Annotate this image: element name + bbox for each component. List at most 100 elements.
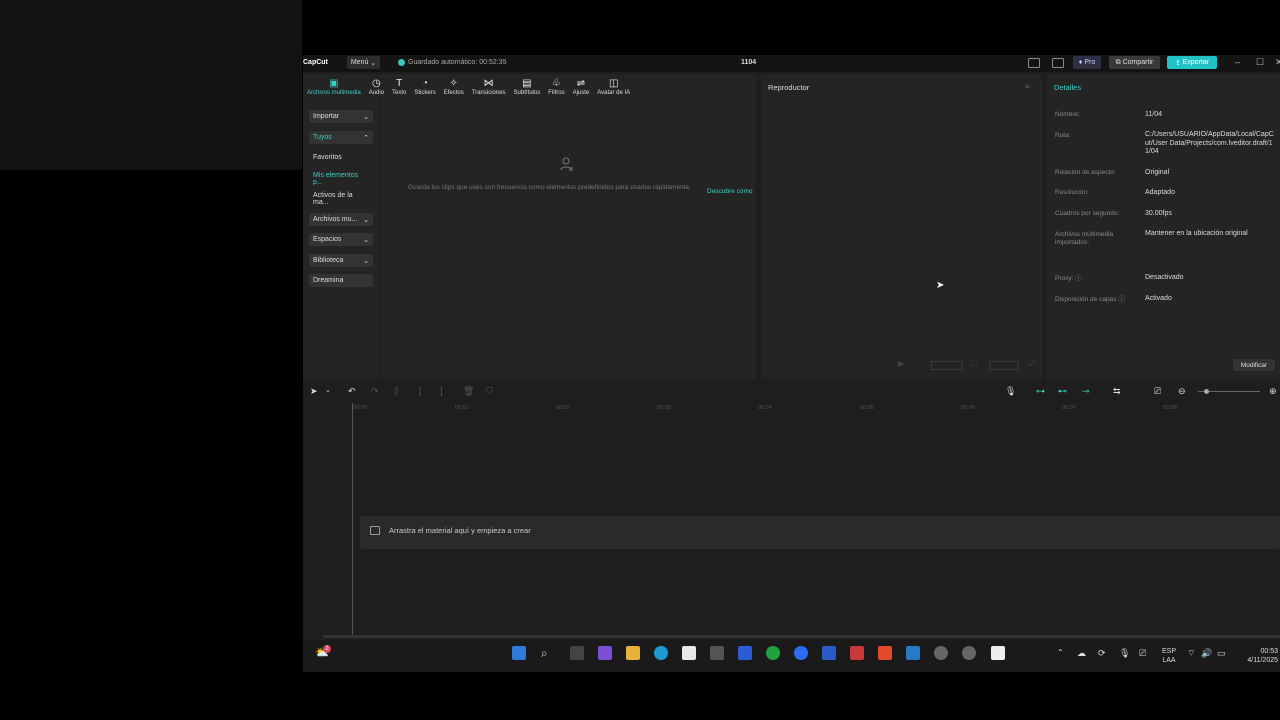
cloud-icon bbox=[398, 59, 405, 66]
clock[interactable]: 00:53 4/11/2025 bbox=[1234, 647, 1278, 665]
tool-media[interactable]: ▣ Archivos multimedia bbox=[303, 74, 365, 97]
trim-left-icon[interactable]: [ bbox=[419, 386, 422, 396]
quality-button[interactable] bbox=[989, 361, 1019, 370]
sidebar-label: Tuyos bbox=[313, 134, 332, 141]
brave-icon[interactable] bbox=[878, 646, 892, 660]
copilot-icon[interactable] bbox=[598, 646, 612, 660]
microphone-icon[interactable]: 🎙 bbox=[1005, 386, 1016, 397]
ruler-tick: 00:05 bbox=[860, 405, 874, 411]
sidebar-item-dreamina[interactable]: Dreamina bbox=[309, 274, 373, 287]
obs-icon[interactable] bbox=[934, 646, 948, 660]
ruler-tick: 00:00 bbox=[353, 405, 367, 411]
share-button[interactable]: ⧉ Compartir bbox=[1109, 56, 1160, 69]
zoom-in-icon[interactable]: ⊕ bbox=[1269, 386, 1277, 397]
chevron-up-icon[interactable]: ⌃ bbox=[1057, 648, 1064, 657]
app-icon[interactable] bbox=[738, 646, 752, 660]
pro-button[interactable]: ♦ Pro bbox=[1073, 56, 1101, 69]
caption-icon[interactable]: ⎚ bbox=[1154, 386, 1161, 397]
layout-icon[interactable] bbox=[1028, 58, 1040, 68]
sidebar-item-yours[interactable]: Tuyos ⌃ bbox=[309, 131, 373, 144]
preview-axis-icon[interactable]: ⊸ bbox=[1082, 386, 1090, 397]
task-view-icon[interactable] bbox=[570, 646, 584, 660]
tool-stickers[interactable]: ◔ Stickers bbox=[410, 74, 439, 97]
ratio-button[interactable] bbox=[931, 361, 963, 370]
search-icon[interactable]: ⌕ bbox=[541, 646, 548, 661]
menu-button[interactable]: Menú ⌄ bbox=[347, 56, 380, 69]
windows-start-icon[interactable] bbox=[512, 646, 526, 660]
battery-icon[interactable]: ▭ bbox=[1217, 648, 1226, 659]
minimize-icon[interactable]: – bbox=[1235, 57, 1240, 67]
sidebar-item-import[interactable]: Importar ⌄ bbox=[309, 110, 373, 123]
tool-ai-avatar[interactable]: ◫ Avatar de IA bbox=[593, 74, 634, 97]
play-icon[interactable]: ▶ bbox=[898, 359, 904, 368]
sidebar-item-favorites[interactable]: Favoritos bbox=[309, 151, 373, 164]
chevron-down-icon: ⌄ bbox=[363, 216, 369, 224]
select-cursor-icon[interactable]: ➤ bbox=[310, 386, 318, 397]
file-explorer-icon[interactable] bbox=[626, 646, 640, 660]
ruler-tick: 00:01 bbox=[455, 405, 469, 411]
timeline-drop-zone[interactable]: Arrastra el material aquí y empieza a cr… bbox=[360, 516, 1280, 549]
subtitles-icon: ▤ bbox=[522, 78, 532, 89]
sidebar-item-library[interactable]: Biblioteca ⌄ bbox=[309, 254, 373, 267]
timeline-scrollbar[interactable] bbox=[323, 635, 1280, 638]
language-indicator[interactable]: ESP LAA bbox=[1158, 647, 1180, 665]
tool-adjust[interactable]: ⇌ Ajuste bbox=[569, 74, 594, 97]
app-icon[interactable] bbox=[710, 646, 724, 660]
align-icon[interactable]: ⇆ bbox=[1113, 386, 1121, 397]
clock-time: 00:53 bbox=[1260, 648, 1278, 655]
app-icon[interactable] bbox=[850, 646, 864, 660]
modify-button[interactable]: Modificar bbox=[1233, 359, 1275, 371]
wifi-icon[interactable]: ⌔ bbox=[1187, 648, 1195, 659]
undo-icon[interactable]: ↶ bbox=[348, 386, 356, 397]
timeline-ruler[interactable]: 00:00 00:01 00:02 00:03 00:04 00:05 00:0… bbox=[303, 403, 1280, 415]
playhead[interactable] bbox=[352, 403, 353, 638]
sidebar-item-my-presets[interactable]: Mis elementos p... bbox=[309, 172, 373, 186]
tool-label: Texto bbox=[392, 90, 407, 96]
tool-audio[interactable]: ◷ Audio bbox=[365, 74, 388, 97]
word-icon[interactable] bbox=[822, 646, 836, 660]
redo-icon[interactable]: ↷ bbox=[371, 386, 379, 397]
discover-link[interactable]: Descubre cómo bbox=[707, 188, 753, 195]
chevron-down-icon: ⌄ bbox=[363, 257, 369, 265]
detail-value: C:/Users/USUARIO/AppData/Local/CapCut/Us… bbox=[1145, 131, 1274, 155]
microphone-icon[interactable]: 🎙 bbox=[1119, 648, 1130, 659]
ruler-tick: 00:04 bbox=[758, 405, 772, 411]
sidebar-item-media-files[interactable]: Archivos mu... ⌄ bbox=[309, 213, 373, 226]
chevron-down-icon[interactable]: ⌄ bbox=[325, 386, 331, 394]
store-icon[interactable] bbox=[682, 646, 696, 660]
zoom-icon[interactable] bbox=[794, 646, 808, 660]
trim-right-icon[interactable]: ] bbox=[440, 386, 443, 396]
link-icon[interactable]: ⊷ bbox=[1058, 386, 1067, 397]
sidebar-item-spaces[interactable]: Espacios ⌄ bbox=[309, 233, 373, 246]
sidebar-item-brand-assets[interactable]: Activos de la ma... bbox=[309, 192, 373, 206]
clock-date: 4/11/2025 bbox=[1247, 657, 1278, 664]
tool-transitions[interactable]: ⋈ Transiciones bbox=[468, 74, 510, 97]
xbox-icon[interactable] bbox=[766, 646, 780, 660]
media-sidebar: Importar ⌄ Tuyos ⌃ Favoritos Mis elementos… bbox=[303, 100, 381, 379]
split-icon[interactable]: ⫿ bbox=[395, 386, 398, 397]
app-icon[interactable] bbox=[906, 646, 920, 660]
menu-icon[interactable]: ≡ bbox=[1025, 82, 1030, 91]
magnet-icon[interactable]: ⊶ bbox=[1036, 386, 1045, 397]
delete-icon[interactable]: 🗑 bbox=[463, 386, 474, 397]
zoom-out-icon[interactable]: ⊖ bbox=[1178, 386, 1186, 397]
close-icon[interactable]: ✕ bbox=[1275, 57, 1280, 68]
crop-icon[interactable]: ⛶ bbox=[971, 359, 977, 369]
display-icon[interactable]: ⎚ bbox=[1139, 648, 1146, 659]
maximize-icon[interactable]: ☐ bbox=[1256, 57, 1264, 68]
capcut-taskbar-icon[interactable] bbox=[991, 646, 1005, 660]
chrome-icon[interactable] bbox=[962, 646, 976, 660]
tool-filters[interactable]: ♧ Filtros bbox=[544, 74, 568, 97]
keyboard-icon[interactable] bbox=[1052, 58, 1064, 68]
tool-effects[interactable]: ✧ Efectos bbox=[440, 74, 468, 97]
cloud-icon[interactable]: ☁ bbox=[1077, 648, 1086, 659]
export-button[interactable]: ⇪ Exportar bbox=[1167, 56, 1217, 69]
tool-text[interactable]: T Texto bbox=[388, 74, 410, 97]
edge-icon[interactable] bbox=[654, 646, 668, 660]
volume-icon[interactable]: 🔊 bbox=[1201, 648, 1212, 659]
sync-icon[interactable]: ⟳ bbox=[1098, 648, 1106, 659]
fullscreen-icon[interactable]: ⤢ bbox=[1029, 359, 1035, 369]
shield-icon[interactable]: ⛉ bbox=[486, 386, 493, 397]
tool-subtitles[interactable]: ▤ Subtítulos bbox=[510, 74, 545, 97]
zoom-slider-handle[interactable] bbox=[1204, 389, 1209, 394]
